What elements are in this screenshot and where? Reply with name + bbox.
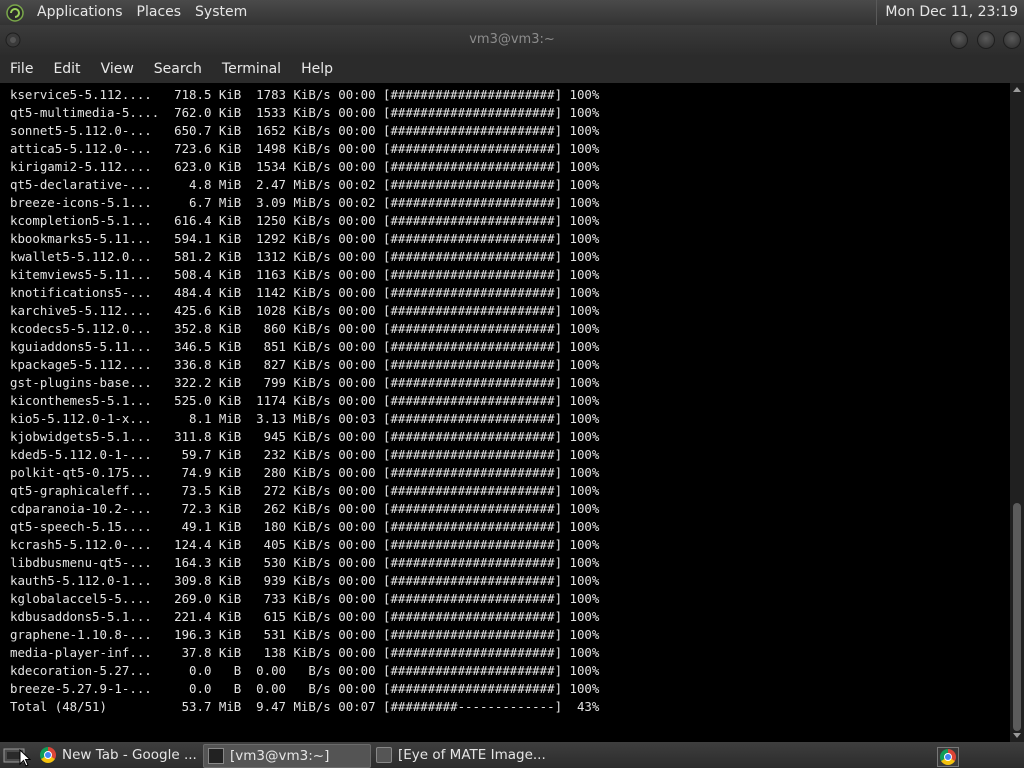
terminal-line: kbookmarks5-5.11... 594.1 KiB 1292 KiB/s… bbox=[10, 231, 600, 246]
menu-edit[interactable]: Edit bbox=[43, 55, 90, 83]
terminal-scrollbar[interactable] bbox=[1010, 83, 1024, 742]
terminal-line: kjobwidgets5-5.1... 311.8 KiB 945 KiB/s … bbox=[10, 429, 600, 444]
clock[interactable]: Mon Dec 11, 23:19 bbox=[876, 0, 1024, 25]
top-panel: Applications Places System Mon Dec 11, 2… bbox=[0, 0, 1024, 25]
places-menu[interactable]: Places bbox=[130, 0, 189, 25]
terminal-line: kwallet5-5.112.0... 581.2 KiB 1312 KiB/s… bbox=[10, 249, 600, 264]
taskbar-chrome-tab[interactable]: New Tab - Google ... bbox=[36, 744, 200, 766]
terminal-line: kservice5-5.112.... 718.5 KiB 1783 KiB/s… bbox=[10, 87, 600, 102]
maximize-button[interactable] bbox=[977, 31, 995, 49]
tray-chrome-launcher[interactable] bbox=[937, 747, 959, 767]
taskbar-label: [Eye of MATE Image... bbox=[398, 747, 546, 763]
panel-menu: Applications Places System bbox=[0, 0, 254, 25]
scroll-up-arrow-icon[interactable] bbox=[1013, 87, 1021, 92]
scroll-down-arrow-icon[interactable] bbox=[1013, 733, 1021, 738]
terminal-area[interactable]: kservice5-5.112.... 718.5 KiB 1783 KiB/s… bbox=[0, 83, 1010, 742]
chrome-icon bbox=[940, 749, 956, 765]
terminal-line: kguiaddons5-5.11... 346.5 KiB 851 KiB/s … bbox=[10, 339, 600, 354]
terminal-line: kdecoration-5.27... 0.0 B 0.00 B/s 00:00… bbox=[10, 663, 600, 678]
terminal-line: kpackage5-5.112.... 336.8 KiB 827 KiB/s … bbox=[10, 357, 600, 372]
window-title-bar[interactable]: vm3@vm3:~ bbox=[0, 25, 1024, 55]
terminal-line: kded5-5.112.0-1-... 59.7 KiB 232 KiB/s 0… bbox=[10, 447, 600, 462]
chrome-icon bbox=[40, 747, 56, 763]
terminal-line: breeze-5.27.9-1-... 0.0 B 0.00 B/s 00:00… bbox=[10, 681, 600, 696]
terminal-line: kcodecs5-5.112.0... 352.8 KiB 860 KiB/s … bbox=[10, 321, 600, 336]
menu-view[interactable]: View bbox=[91, 55, 144, 83]
terminal-line: kcrash5-5.112.0-... 124.4 KiB 405 KiB/s … bbox=[10, 537, 600, 552]
close-button[interactable] bbox=[1003, 31, 1021, 49]
terminal-line: kitemviews5-5.11... 508.4 KiB 1163 KiB/s… bbox=[10, 267, 600, 282]
terminal-line: kirigami2-5.112.... 623.0 KiB 1534 KiB/s… bbox=[10, 159, 600, 174]
terminal-line: qt5-speech-5.15.... 49.1 KiB 180 KiB/s 0… bbox=[10, 519, 600, 534]
terminal-icon bbox=[208, 748, 224, 764]
applications-menu[interactable]: Applications bbox=[30, 0, 130, 25]
taskbar-label: New Tab - Google ... bbox=[62, 747, 197, 763]
bottom-panel: New Tab - Google ... [vm3@vm3:~] [Eye of… bbox=[0, 742, 1024, 768]
terminal-line: media-player-inf... 37.8 KiB 138 KiB/s 0… bbox=[10, 645, 600, 660]
terminal-output: kservice5-5.112.... 718.5 KiB 1783 KiB/s… bbox=[10, 86, 599, 716]
terminal-line: libdbusmenu-qt5-... 164.3 KiB 530 KiB/s … bbox=[10, 555, 600, 570]
minimize-button[interactable] bbox=[950, 31, 968, 49]
terminal-line: kiconthemes5-5.1... 525.0 KiB 1174 KiB/s… bbox=[10, 393, 600, 408]
mouse-cursor-icon bbox=[19, 749, 31, 767]
terminal-line: kauth5-5.112.0-1... 309.8 KiB 939 KiB/s … bbox=[10, 573, 600, 588]
terminal-line: polkit-qt5-0.175... 74.9 KiB 280 KiB/s 0… bbox=[10, 465, 600, 480]
taskbar-label: [vm3@vm3:~] bbox=[230, 748, 330, 764]
mate-logo-icon[interactable] bbox=[6, 3, 24, 22]
terminal-line: sonnet5-5.112.0-... 650.7 KiB 1652 KiB/s… bbox=[10, 123, 600, 138]
terminal-line: breeze-icons-5.1... 6.7 MiB 3.09 MiB/s 0… bbox=[10, 195, 600, 210]
window-title: vm3@vm3:~ bbox=[469, 32, 555, 47]
terminal-line: qt5-declarative-... 4.8 MiB 2.47 MiB/s 0… bbox=[10, 177, 600, 192]
terminal-line: kcompletion5-5.1... 616.4 KiB 1250 KiB/s… bbox=[10, 213, 600, 228]
terminal-total-line: Total (48/51) 53.7 MiB 9.47 MiB/s 00:07 … bbox=[10, 699, 600, 714]
terminal-line: kio5-5.112.0-1-x... 8.1 MiB 3.13 MiB/s 0… bbox=[10, 411, 600, 426]
terminal-line: graphene-1.10.8-... 196.3 KiB 531 KiB/s … bbox=[10, 627, 600, 642]
terminal-line: kglobalaccel5-5.... 269.0 KiB 733 KiB/s … bbox=[10, 591, 600, 606]
menu-file[interactable]: File bbox=[0, 55, 43, 83]
terminal-line: karchive5-5.112.... 425.6 KiB 1028 KiB/s… bbox=[10, 303, 600, 318]
menu-bar: File Edit View Search Terminal Help bbox=[0, 55, 1024, 83]
terminal-line: qt5-multimedia-5.... 762.0 KiB 1533 KiB/… bbox=[10, 105, 600, 120]
terminal-line: kdbusaddons5-5.1... 221.4 KiB 615 KiB/s … bbox=[10, 609, 600, 624]
terminal-line: gst-plugins-base... 322.2 KiB 799 KiB/s … bbox=[10, 375, 600, 390]
system-menu[interactable]: System bbox=[188, 0, 254, 25]
terminal-line: attica5-5.112.0-... 723.6 KiB 1498 KiB/s… bbox=[10, 141, 600, 156]
terminal-line: cdparanoia-10.2-... 72.3 KiB 262 KiB/s 0… bbox=[10, 501, 600, 516]
terminal-line: qt5-graphicaleff... 73.5 KiB 272 KiB/s 0… bbox=[10, 483, 600, 498]
menu-terminal[interactable]: Terminal bbox=[212, 55, 291, 83]
scrollbar-thumb[interactable] bbox=[1013, 503, 1021, 731]
menu-search[interactable]: Search bbox=[144, 55, 212, 83]
taskbar-image-viewer[interactable]: [Eye of MATE Image... bbox=[372, 744, 546, 766]
taskbar-terminal[interactable]: [vm3@vm3:~] bbox=[203, 744, 371, 768]
terminal-line: knotifications5-... 484.4 KiB 1142 KiB/s… bbox=[10, 285, 600, 300]
image-viewer-icon bbox=[376, 747, 392, 763]
menu-help[interactable]: Help bbox=[291, 55, 343, 83]
